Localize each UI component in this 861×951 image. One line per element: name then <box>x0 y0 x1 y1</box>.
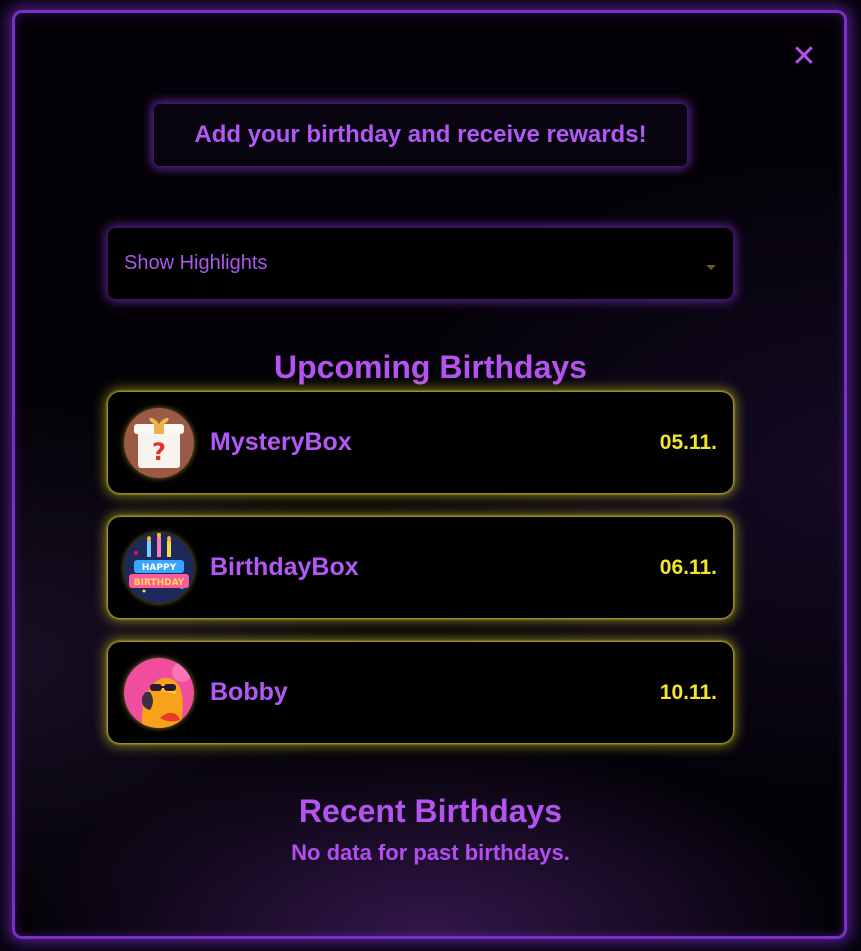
list-item-date: 10.11. <box>659 680 717 704</box>
list-item-date: 06.11. <box>659 555 717 579</box>
upcoming-birthdays-title: Upcoming Birthdays <box>274 349 587 385</box>
close-button[interactable]: ✕ <box>790 40 818 73</box>
recent-birthdays-empty-message: No data for past birthdays. <box>291 840 570 865</box>
highlights-select-value: Show Highlights <box>124 252 268 274</box>
list-item-name: Bobby <box>210 678 288 706</box>
svg-text:?: ? <box>152 438 166 466</box>
close-icon: ✕ <box>791 40 817 73</box>
svg-text:BIRTHDAY: BIRTHDAY <box>134 578 185 588</box>
upcoming-birthdays-list: ? MysteryBox 05.11. HAPPY BIRTHDAY Birth… <box>108 392 733 767</box>
add-birthday-button[interactable]: Add your birthday and receive rewards! <box>154 104 687 166</box>
list-item[interactable]: ? MysteryBox 05.11. <box>108 392 733 493</box>
highlights-select[interactable]: Show Highlights <box>108 228 733 299</box>
chevron-down-icon <box>706 265 716 270</box>
happy-birthday-icon: HAPPY BIRTHDAY <box>124 532 194 603</box>
list-item[interactable]: Bobby 10.11. <box>108 642 733 743</box>
add-birthday-label: Add your birthday and receive rewards! <box>194 121 647 148</box>
recent-birthdays-title: Recent Birthdays <box>298 793 563 829</box>
list-item-name: MysteryBox <box>210 428 352 456</box>
list-item-name: BirthdayBox <box>210 553 359 581</box>
parrot-avatar-icon <box>124 657 194 728</box>
list-item-date: 05.11. <box>659 430 717 454</box>
list-item[interactable]: HAPPY BIRTHDAY BirthdayBox 06.11. <box>108 517 733 618</box>
mystery-box-icon: ? <box>124 407 194 478</box>
svg-text:HAPPY: HAPPY <box>142 563 177 573</box>
